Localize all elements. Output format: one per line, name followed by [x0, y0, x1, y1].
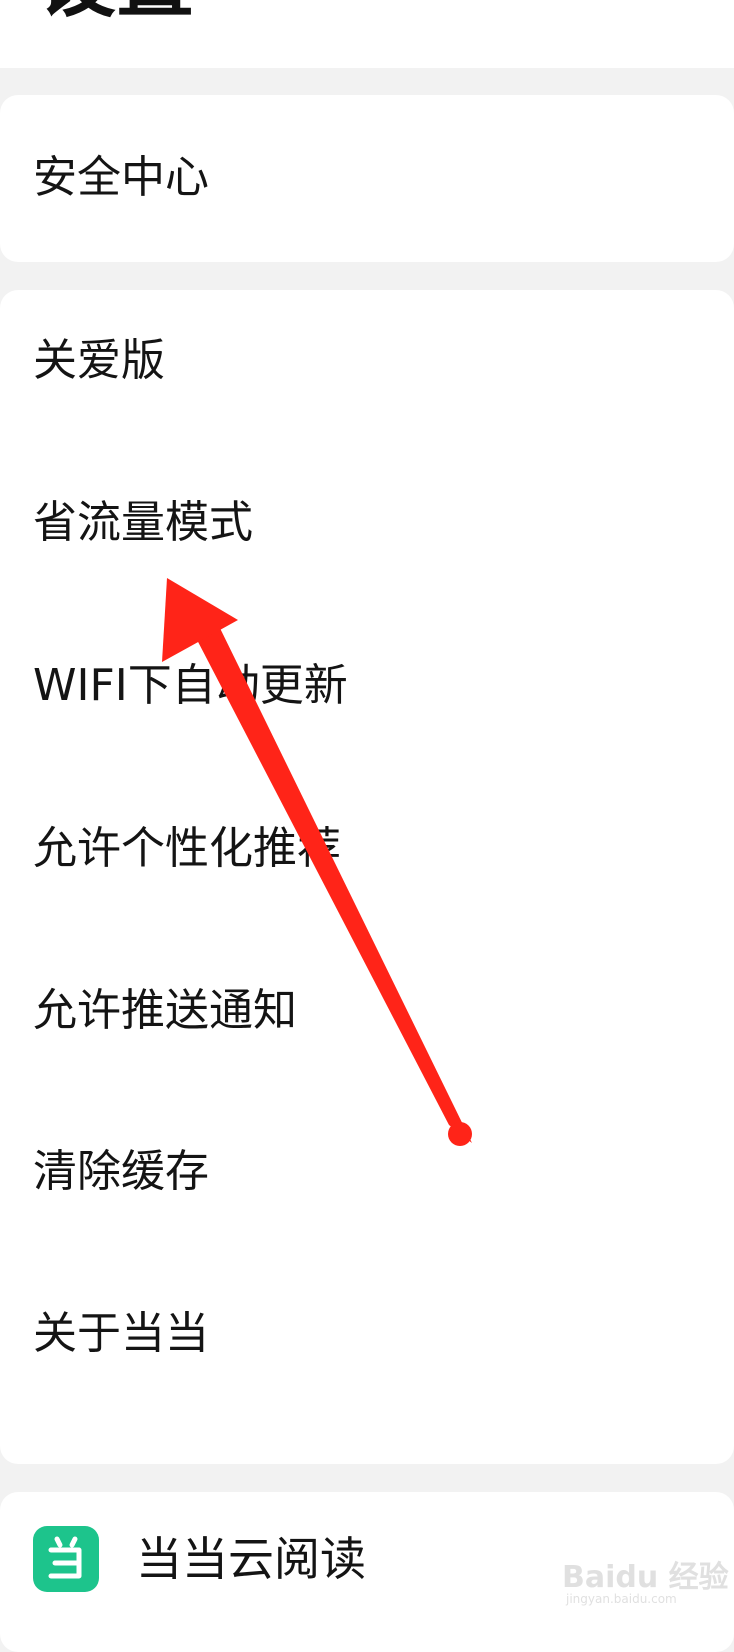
watermark-text: Baidu 经验 — [562, 1560, 729, 1595]
settings-card-general: 关爱版 省流量模式 WIFI下自动更新 允许个性化推荐 允许推送通知 清除缓存 … — [0, 290, 734, 1464]
dangdang-app-icon — [33, 1526, 99, 1592]
settings-header: 设置 — [0, 0, 734, 68]
page-title: 设置 — [38, 0, 194, 22]
watermark: Baidu 经验 jingyan.baidu.com — [562, 1540, 729, 1610]
watermark-sub: jingyan.baidu.com — [566, 1592, 677, 1606]
settings-item-label: 允许个性化推荐 — [33, 823, 341, 874]
settings-card-security: 安全中心 — [0, 95, 734, 262]
settings-item-label: 清除缓存 — [33, 1146, 209, 1197]
settings-item-clear-cache[interactable]: 清除缓存 — [0, 1142, 734, 1202]
settings-item-security-center[interactable]: 安全中心 — [0, 148, 734, 208]
settings-item-label: 关于当当 — [33, 1308, 209, 1359]
settings-item-push-notification[interactable]: 允许推送通知 — [0, 981, 734, 1041]
settings-item-label: 关爱版 — [33, 335, 165, 386]
app-link-label: 当当云阅读 — [136, 1532, 366, 1586]
settings-item-label: 省流量模式 — [33, 497, 253, 548]
settings-item-data-saver[interactable]: 省流量模式 — [0, 493, 734, 553]
settings-item-label: 允许推送通知 — [33, 985, 297, 1036]
settings-item-label: WIFI下自动更新 — [33, 660, 348, 711]
settings-item-care-mode[interactable]: 关爱版 — [0, 331, 734, 391]
settings-item-personalized-recommend[interactable]: 允许个性化推荐 — [0, 819, 734, 879]
settings-item-wifi-auto-update[interactable]: WIFI下自动更新 — [0, 656, 734, 716]
settings-item-about[interactable]: 关于当当 — [0, 1304, 734, 1364]
settings-item-label: 安全中心 — [33, 152, 209, 203]
